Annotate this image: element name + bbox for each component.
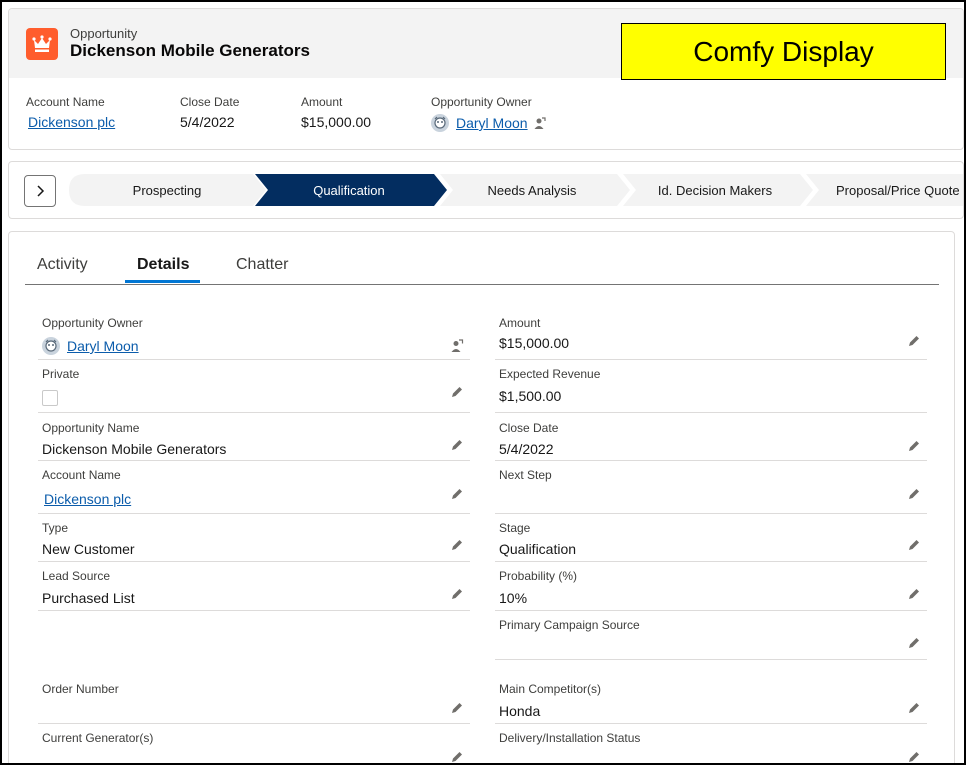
- pencil-edit-icon[interactable]: [450, 587, 464, 601]
- field-value: 10%: [499, 590, 528, 606]
- highlight-label: Opportunity Owner: [431, 95, 532, 109]
- pencil-edit-icon[interactable]: [907, 587, 921, 601]
- pencil-edit-icon[interactable]: [907, 636, 921, 650]
- field-primary-campaign-source: Primary Campaign Source: [495, 611, 927, 660]
- chevron-right-icon: [37, 185, 45, 197]
- highlight-label: Amount: [301, 95, 343, 109]
- field-label: Next Step: [499, 468, 552, 482]
- tab-details[interactable]: Details: [137, 256, 189, 274]
- tab-activity[interactable]: Activity: [37, 256, 88, 274]
- field-stage: Stage Qualification: [495, 514, 927, 562]
- field-current-generators: Current Generator(s): [38, 724, 470, 764]
- highlight-value: 5/4/2022: [180, 114, 235, 130]
- field-value: Dickenson Mobile Generators: [42, 441, 227, 457]
- record-title: Dickenson Mobile Generators: [70, 41, 310, 60]
- field-label: Opportunity Name: [42, 421, 140, 435]
- highlight-label: Account Name: [26, 95, 105, 109]
- app-frame: Opportunity Dickenson Mobile Generators …: [0, 0, 966, 765]
- field-label: Stage: [499, 521, 531, 535]
- field-probability: Probability (%) 10%: [495, 562, 927, 611]
- field-value: Honda: [499, 703, 541, 719]
- change-owner-icon[interactable]: [450, 339, 464, 353]
- field-label: Close Date: [499, 421, 559, 435]
- highlight-amount: Amount $15,000.00: [301, 95, 371, 130]
- field-value: Qualification: [499, 541, 577, 557]
- path-step-prospecting[interactable]: Prospecting: [77, 174, 257, 206]
- path-step-proposal-price-quote[interactable]: Proposal/Price Quote: [819, 174, 963, 206]
- field-main-competitors: Main Competitor(s) Honda: [495, 675, 927, 724]
- pencil-edit-icon[interactable]: [907, 538, 921, 552]
- user-avatar-icon: [42, 337, 60, 355]
- pencil-edit-icon[interactable]: [450, 438, 464, 452]
- field-account-name: Account Name Dickenson plc: [38, 461, 470, 514]
- account-name-link[interactable]: Dickenson plc: [28, 114, 115, 130]
- field-label: Probability (%): [499, 569, 578, 583]
- field-label: Type: [42, 521, 69, 535]
- field-label: Account Name: [42, 468, 121, 482]
- pencil-edit-icon[interactable]: [450, 701, 464, 715]
- path-expand-button[interactable]: [24, 175, 56, 207]
- record-header: Opportunity Dickenson Mobile Generators …: [8, 8, 964, 150]
- pencil-edit-icon[interactable]: [907, 439, 921, 453]
- field-label: Opportunity Owner: [42, 316, 143, 330]
- private-checkbox: [42, 390, 58, 406]
- field-value: 5/4/2022: [499, 441, 554, 457]
- field-label: Delivery/Installation Status: [499, 731, 641, 745]
- record-tabs: Activity Details Chatter: [25, 232, 939, 285]
- pencil-edit-icon[interactable]: [450, 487, 464, 501]
- field-private: Private: [38, 360, 470, 413]
- pencil-edit-icon[interactable]: [450, 750, 464, 764]
- field-label: Order Number: [42, 682, 119, 696]
- highlight-value: $15,000.00: [301, 114, 372, 130]
- tab-chatter[interactable]: Chatter: [236, 256, 288, 274]
- field-amount: Amount $15,000.00: [495, 312, 927, 360]
- field-label: Primary Campaign Source: [499, 618, 640, 632]
- change-owner-icon[interactable]: [533, 116, 546, 130]
- field-close-date: Close Date 5/4/2022: [495, 413, 927, 461]
- field-label: Main Competitor(s): [499, 682, 602, 696]
- field-label: Amount: [499, 316, 541, 330]
- field-expected-revenue: Expected Revenue $1,500.00: [495, 360, 927, 413]
- pencil-edit-icon[interactable]: [907, 487, 921, 501]
- field-opportunity-name: Opportunity Name Dickenson Mobile Genera…: [38, 413, 470, 461]
- field-type: Type New Customer: [38, 514, 470, 562]
- field-delivery-installation-status: Delivery/Installation Status: [495, 724, 927, 764]
- pencil-edit-icon[interactable]: [450, 385, 464, 399]
- highlight-opportunity-owner: Opportunity Owner Daryl Moon: [431, 95, 546, 132]
- field-label: Private: [42, 367, 80, 381]
- field-value: $1,500.00: [499, 388, 562, 404]
- field-order-number: Order Number: [38, 675, 470, 724]
- field-label: Lead Source: [42, 569, 111, 583]
- object-type-label: Opportunity: [70, 26, 138, 41]
- active-tab-indicator: [125, 280, 200, 283]
- account-name-link[interactable]: Dickenson plc: [44, 491, 131, 507]
- pencil-edit-icon[interactable]: [450, 538, 464, 552]
- field-opportunity-owner: Opportunity Owner Daryl Moon: [38, 312, 470, 360]
- field-value: New Customer: [42, 541, 135, 557]
- opportunity-crown-icon: [26, 28, 58, 60]
- path-step-needs-analysis[interactable]: Needs Analysis: [446, 174, 618, 206]
- path-step-qualification[interactable]: Qualification: [262, 174, 436, 206]
- record-detail-card: Activity Details Chatter Opportunity Own…: [8, 231, 955, 764]
- pencil-edit-icon[interactable]: [907, 750, 921, 764]
- highlight-label: Close Date: [180, 95, 240, 109]
- field-lead-source: Lead Source Purchased List: [38, 562, 470, 611]
- field-value: $15,000.00: [499, 335, 570, 351]
- field-next-step: Next Step: [495, 461, 927, 514]
- field-label: Expected Revenue: [499, 367, 601, 381]
- comfy-display-badge: Comfy Display: [621, 23, 946, 80]
- sales-path: Prospecting Qualification Needs Analysis…: [8, 161, 964, 219]
- pencil-edit-icon[interactable]: [907, 701, 921, 715]
- field-value: Purchased List: [42, 590, 135, 606]
- path-step-id-decision-makers[interactable]: Id. Decision Makers: [629, 174, 801, 206]
- highlight-close-date: Close Date 5/4/2022: [180, 95, 239, 130]
- pencil-edit-icon[interactable]: [907, 334, 921, 348]
- owner-link[interactable]: Daryl Moon: [456, 115, 528, 131]
- highlight-account-name: Account Name Dickenson plc: [26, 95, 115, 130]
- field-label: Current Generator(s): [42, 731, 154, 745]
- user-avatar-icon: [431, 114, 449, 132]
- owner-link[interactable]: Daryl Moon: [67, 338, 139, 354]
